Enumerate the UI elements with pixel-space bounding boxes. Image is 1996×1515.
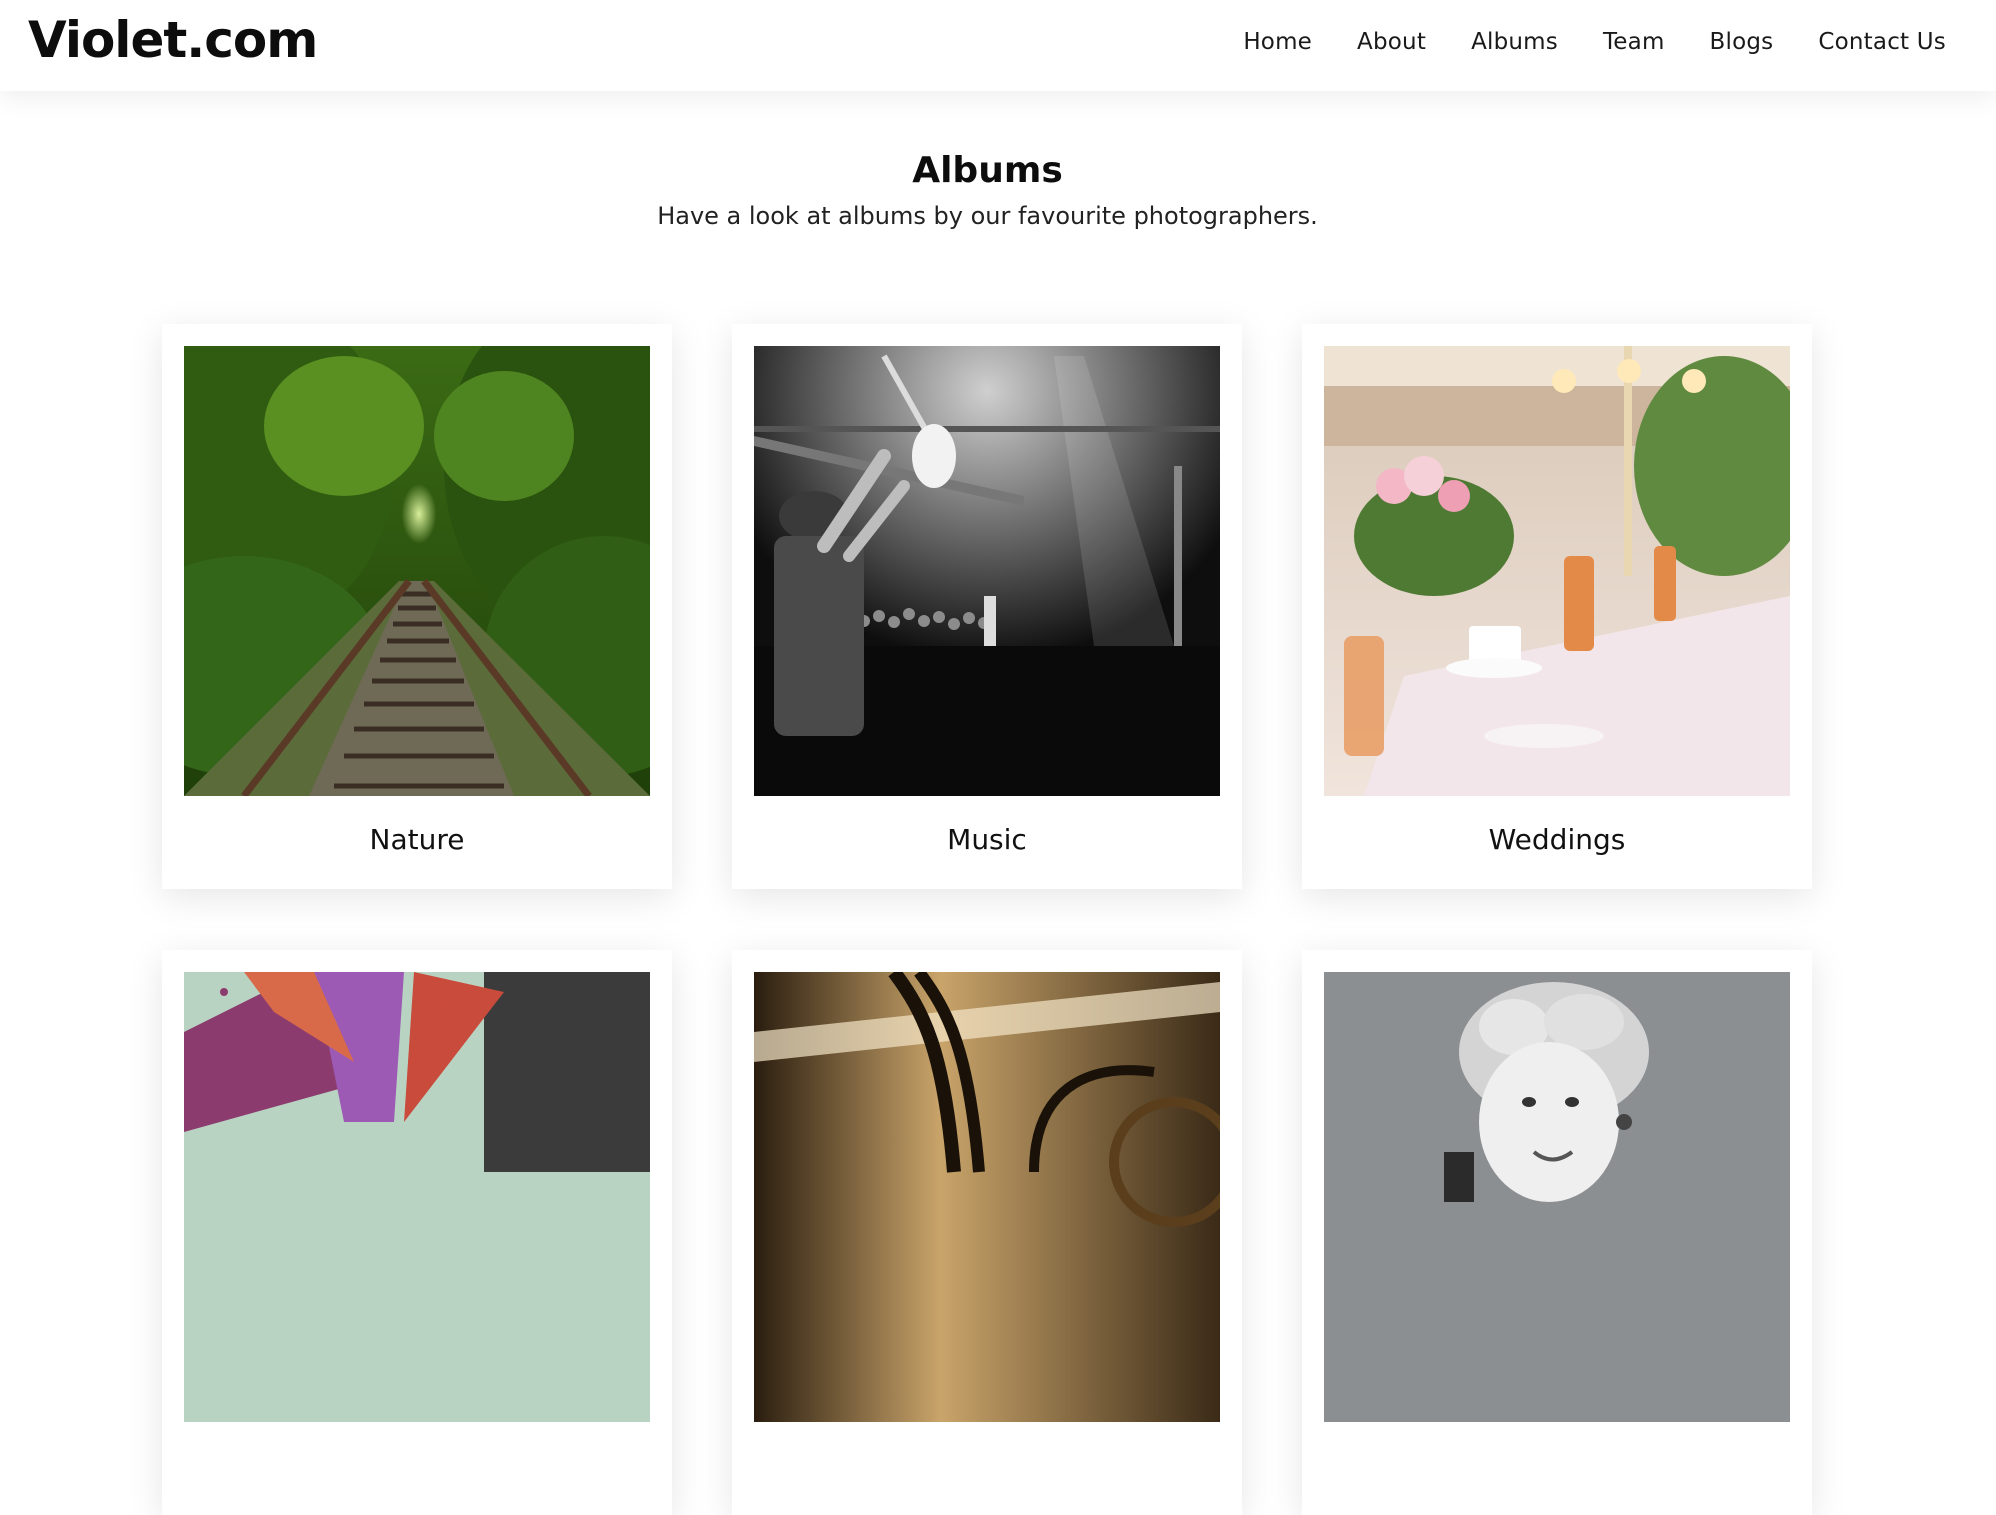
albums-title: Albums [912,150,1063,191]
album-card-nature[interactable]: Nature [162,324,672,889]
vintage-car-image [754,972,1220,1422]
main-nav: Home About Albums Team Blogs Contact Us [1198,0,1946,84]
album-label-music[interactable]: Music [732,820,1242,860]
nav-link-albums[interactable]: Albums [1471,29,1558,55]
albums-subtitle: Have a look at albums by our favourite p… [657,202,1318,230]
color-splash-image [184,972,650,1422]
album-card-retro-portrait[interactable] [1302,950,1812,1515]
nav-link-home[interactable]: Home [1243,29,1312,55]
album-card-music[interactable]: Music [732,324,1242,889]
site-header: Violet.com Home About Albums Team Blogs … [0,0,1996,91]
album-photo-nature[interactable] [184,346,650,796]
nav-link-contact-us[interactable]: Contact Us [1818,29,1946,55]
album-photo-weddings[interactable] [1324,346,1790,796]
weddings-table-image [1324,346,1790,796]
music-concert-image [754,346,1220,796]
album-photo-vintage-car[interactable] [754,972,1220,1422]
album-photo-music[interactable] [754,346,1220,796]
nav-link-team[interactable]: Team [1603,29,1665,55]
album-photo-retro-portrait[interactable] [1324,972,1790,1422]
album-photo-color-splash[interactable] [184,972,650,1422]
nav-link-blogs[interactable]: Blogs [1710,29,1774,55]
nav-link-about[interactable]: About [1357,29,1426,55]
album-card-vintage-car[interactable] [732,950,1242,1515]
site-logo[interactable]: Violet.com [28,10,318,70]
album-label-weddings[interactable]: Weddings [1302,820,1812,860]
album-card-weddings[interactable]: Weddings [1302,324,1812,889]
retro-portrait-image [1324,972,1790,1422]
album-card-color-splash[interactable] [162,950,672,1515]
nature-railway-image [184,346,650,796]
album-label-nature[interactable]: Nature [162,820,672,860]
